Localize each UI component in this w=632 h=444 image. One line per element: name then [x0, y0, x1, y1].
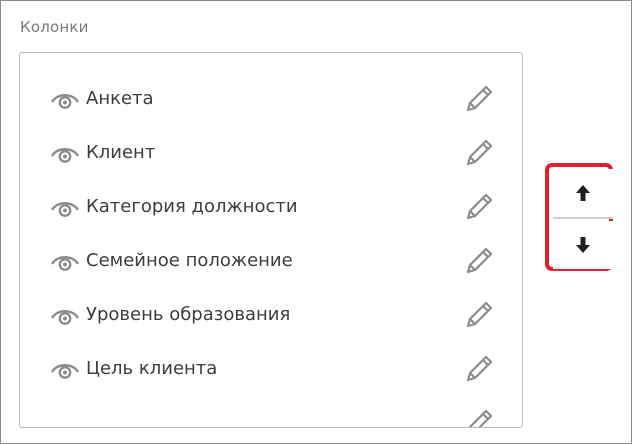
eye-icon[interactable]	[50, 358, 80, 380]
list-item[interactable]: Уровень образования	[20, 296, 522, 350]
column-label: Клиент	[86, 142, 156, 163]
eye-icon[interactable]	[50, 142, 80, 164]
column-label: Анкета	[86, 88, 154, 109]
column-label: Уровень образования	[86, 304, 291, 325]
column-label: Цель клиента	[86, 358, 218, 379]
pencil-icon[interactable]	[462, 352, 496, 386]
column-label: Семейное положение	[86, 250, 293, 271]
eye-icon[interactable]	[50, 250, 80, 272]
arrow-up-icon	[576, 185, 590, 201]
list-item[interactable]: Анкета	[20, 80, 522, 134]
pencil-icon[interactable]	[462, 244, 496, 278]
panel-title: Колонки	[20, 18, 89, 36]
pencil-icon[interactable]	[462, 190, 496, 224]
eye-icon[interactable]	[50, 304, 80, 326]
pencil-icon[interactable]	[462, 82, 496, 116]
pencil-icon[interactable]	[462, 136, 496, 170]
reorder-controls	[545, 163, 613, 271]
list-item-partial	[20, 404, 522, 427]
column-label: Категория должности	[86, 196, 298, 217]
pencil-icon	[468, 409, 493, 427]
columns-panel: Колонки Анкета Клиент Категория должност…	[0, 0, 632, 444]
move-up-button[interactable]	[553, 169, 613, 219]
list-item[interactable]: Цель клиента	[20, 350, 522, 404]
pencil-icon[interactable]	[462, 298, 496, 332]
list-item[interactable]: Семейное положение	[20, 242, 522, 296]
move-down-button[interactable]	[553, 221, 613, 269]
arrow-down-icon	[576, 237, 590, 253]
eye-icon[interactable]	[50, 196, 80, 218]
columns-list[interactable]: Анкета Клиент Категория должности Семейн…	[19, 52, 523, 428]
list-item[interactable]: Клиент	[20, 134, 522, 188]
list-item[interactable]: Категория должности	[20, 188, 522, 242]
eye-icon[interactable]	[50, 88, 80, 110]
